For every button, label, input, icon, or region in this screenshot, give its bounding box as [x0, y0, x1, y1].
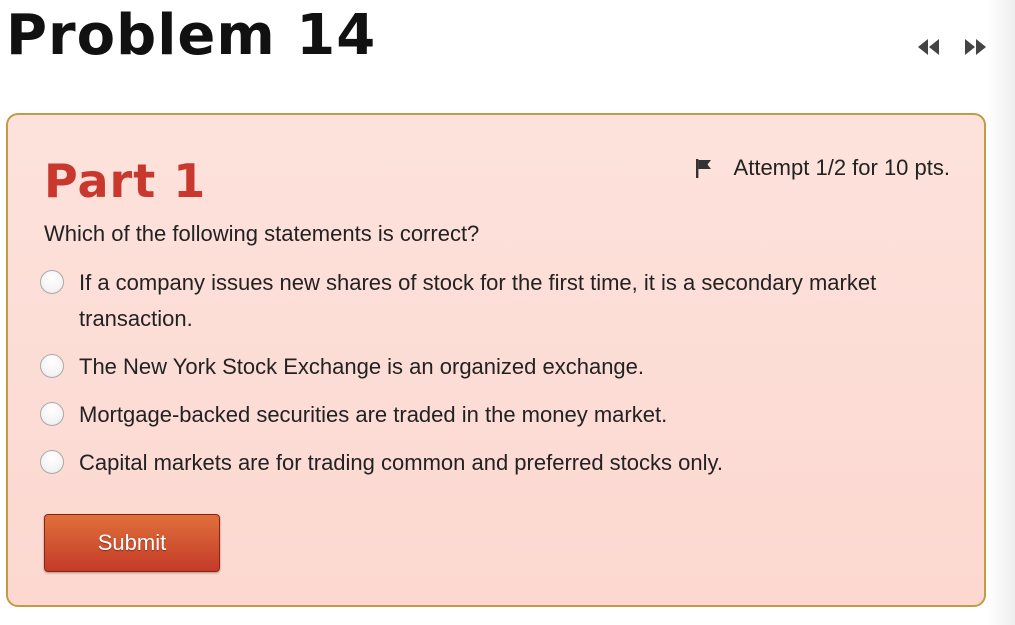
radio-button[interactable] — [40, 450, 64, 474]
answer-option[interactable]: If a company issues new shares of stock … — [40, 265, 940, 337]
attempt-text: Attempt 1/2 for 10 pts. — [733, 155, 950, 180]
radio-button[interactable] — [40, 402, 64, 426]
answer-option[interactable]: Capital markets are for trading common a… — [40, 445, 940, 481]
problem-navigation — [915, 34, 989, 60]
page-edge-shade — [987, 0, 1015, 625]
next-problem-button[interactable] — [961, 34, 989, 60]
answer-option-label: The New York Stock Exchange is an organi… — [79, 354, 645, 379]
problem-part-card: Part 1 Attempt 1/2 for 10 pts. Which of … — [6, 113, 986, 607]
answer-options: If a company issues new shares of stock … — [40, 265, 940, 493]
flag-icon[interactable] — [694, 157, 714, 179]
answer-option-label: If a company issues new shares of stock … — [79, 270, 877, 331]
part-title: Part 1 — [44, 154, 207, 208]
answer-option-label: Capital markets are for trading common a… — [79, 450, 723, 475]
radio-button[interactable] — [40, 270, 64, 294]
radio-button[interactable] — [40, 354, 64, 378]
rewind-icon — [918, 39, 939, 55]
answer-option[interactable]: Mortgage-backed securities are traded in… — [40, 397, 940, 433]
attempt-info: Attempt 1/2 for 10 pts. — [694, 155, 950, 181]
submit-button[interactable]: Submit — [44, 514, 220, 572]
page-title: Problem 14 — [6, 3, 377, 68]
answer-option[interactable]: The New York Stock Exchange is an organi… — [40, 349, 940, 385]
previous-problem-button[interactable] — [915, 34, 943, 60]
question-text: Which of the following statements is cor… — [44, 221, 480, 246]
answer-option-label: Mortgage-backed securities are traded in… — [79, 402, 668, 427]
fast-forward-icon — [965, 39, 986, 55]
